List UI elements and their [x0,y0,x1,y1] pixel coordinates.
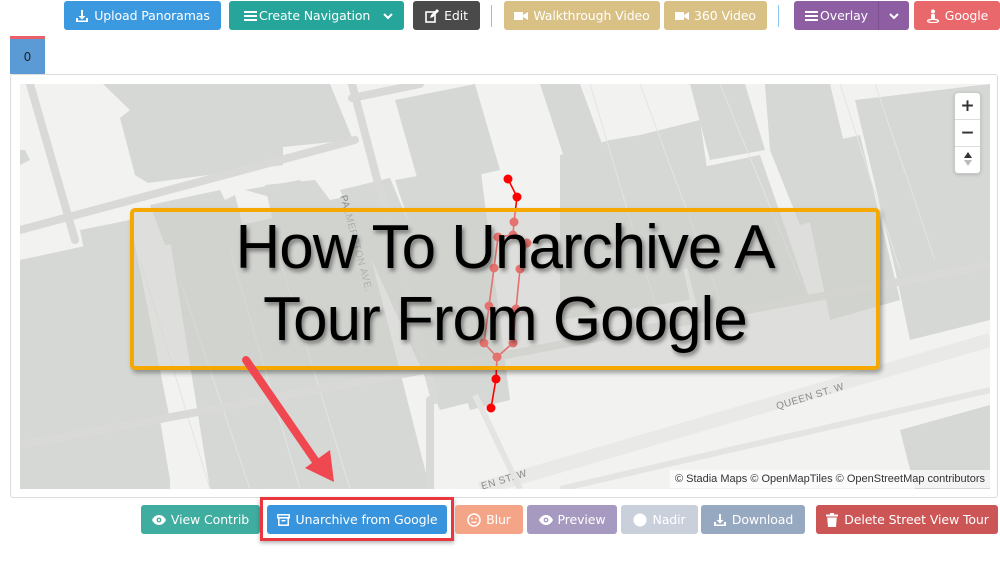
view-contrib-button[interactable]: View Contrib [141,505,260,534]
create-navigation-button[interactable]: Create Navigation [229,1,371,30]
delete-street-view-tour-label: Delete Street View Tour [844,512,989,527]
eye-icon [538,513,553,527]
create-navigation-label: Create Navigation [259,8,371,23]
create-navigation-dropdown-toggle[interactable] [371,1,404,30]
download-label: Download [731,512,794,527]
neutral-face-icon [467,512,481,527]
toolbar-divider [491,5,492,27]
nadir-button[interactable]: Nadir [621,505,698,534]
tab-label: 0 [23,49,32,64]
highlight-frame [260,497,454,541]
download-button[interactable]: Download [701,505,805,534]
circle-icon [633,513,647,527]
zoom-out-button[interactable]: − [955,120,980,147]
chevron-down-icon [381,9,395,23]
preview-button[interactable]: Preview [527,505,617,534]
map-attribution[interactable]: © Stadia Maps © OpenMapTiles © OpenStree… [669,470,990,488]
tab-0[interactable]: 0 [10,36,45,74]
preview-label: Preview [557,512,606,527]
blur-button[interactable]: Blur [455,505,523,534]
delete-street-view-tour-button[interactable]: Delete Street View Tour [816,505,998,534]
street-view-pegman-icon [926,9,940,23]
map-zoom-control: + − [954,92,981,174]
overlay-dropdown-toggle[interactable] [878,1,909,30]
upload-panoramas-label: Upload Panoramas [94,8,210,23]
walkthrough-video-label: Walkthrough Video [533,8,650,23]
reset-bearing-button[interactable] [955,147,980,173]
edit-label: Edit [444,8,468,23]
google-label: Google [944,8,989,23]
minus-icon: − [960,123,975,143]
chevron-down-icon [887,9,901,23]
zoom-in-button[interactable]: + [955,93,980,120]
walkthrough-video-button[interactable]: Walkthrough Video [504,1,660,30]
plus-icon: + [960,96,975,116]
download-tray-icon [713,513,727,527]
overlay-label: Overlay [820,8,868,23]
toolbar-divider [778,5,779,27]
edit-button[interactable]: Edit [413,1,480,30]
annotation-title-box [130,208,880,370]
blur-label: Blur [486,512,511,527]
google-button[interactable]: Google [914,1,1000,30]
nadir-label: Nadir [652,512,686,527]
view-contrib-label: View Contrib [170,512,250,527]
video-camera-icon [514,9,529,23]
compass-icon [963,151,972,171]
360-video-button[interactable]: 360 Video [664,1,767,30]
hamburger-icon [243,9,257,23]
video-camera-icon [675,9,690,23]
eye-icon [151,513,166,527]
hamburger-icon [804,9,818,23]
overlay-button[interactable]: Overlay [794,1,878,30]
upload-panoramas-button[interactable]: Upload Panoramas [64,1,221,30]
360-video-label: 360 Video [694,8,756,23]
download-tray-icon [75,9,89,23]
edit-icon [425,8,440,23]
trash-icon [825,512,839,527]
